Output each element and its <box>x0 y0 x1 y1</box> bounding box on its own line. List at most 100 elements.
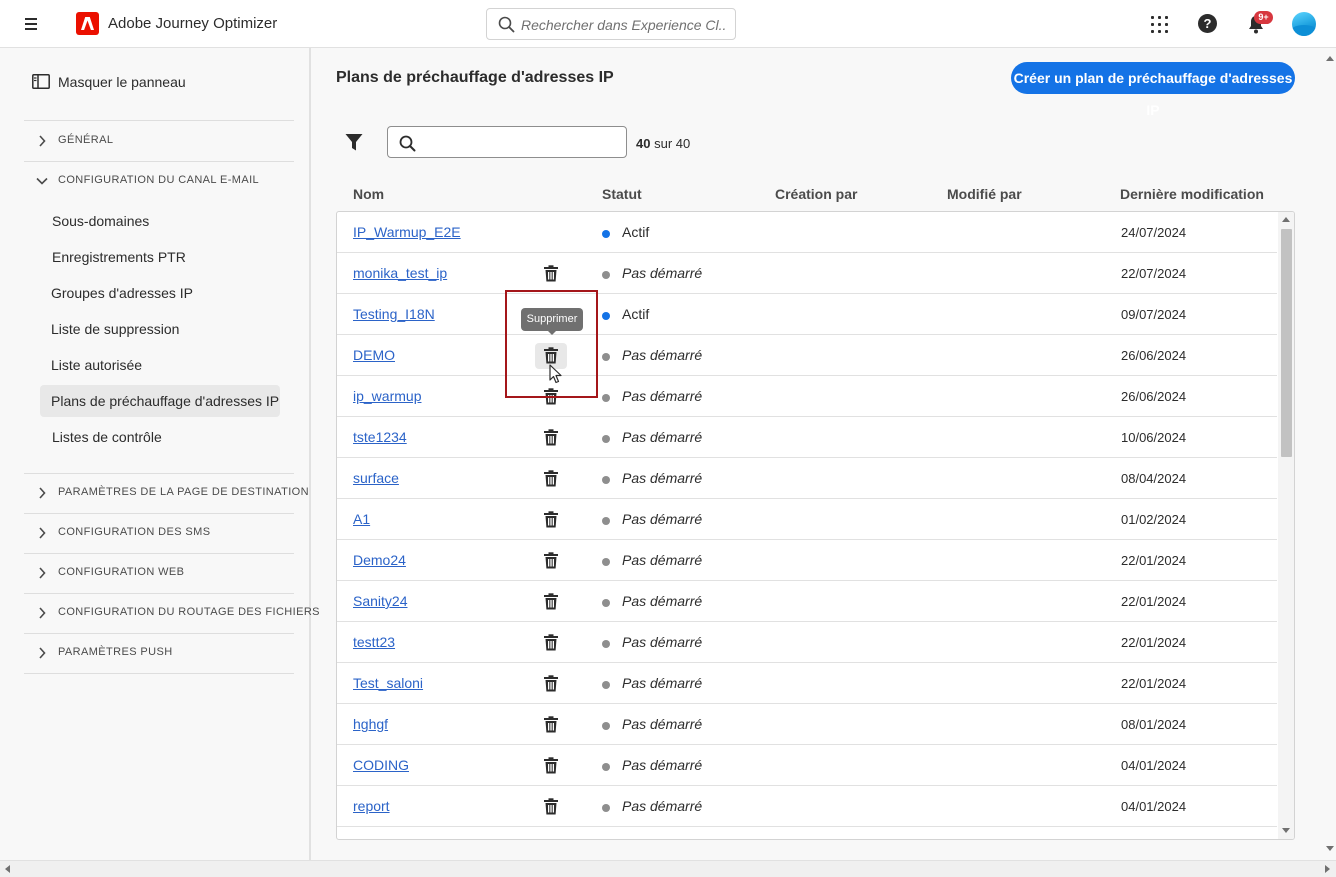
page-scrollbar[interactable] <box>1324 48 1336 860</box>
delete-button[interactable] <box>535 261 567 287</box>
app-title[interactable]: Adobe Journey Optimizer <box>108 15 277 32</box>
plan-name-link[interactable]: report <box>353 798 390 814</box>
sidebar-item-allowed-list[interactable]: Liste autorisée <box>40 349 280 381</box>
page-title: Plans de préchauffage d'adresses IP <box>336 69 614 86</box>
delete-button[interactable] <box>535 548 567 574</box>
column-header-modified-by[interactable]: Modifié par <box>947 186 1022 202</box>
table-scrollbar[interactable] <box>1278 212 1294 839</box>
delete-button[interactable] <box>535 589 567 615</box>
delete-button[interactable] <box>535 466 567 492</box>
table-search-input[interactable] <box>424 133 619 152</box>
section-general[interactable]: GÉNÉRAL <box>24 121 294 161</box>
table-row[interactable]: report Pas démarré 04/01/2024 <box>337 786 1277 827</box>
section-landing-page[interactable]: PARAMÈTRES DE LA PAGE DE DESTINATION <box>24 473 309 513</box>
create-plan-button[interactable]: Créer un plan de préchauffage d'adresses… <box>1011 62 1295 118</box>
sidebar-item-ptr-records[interactable]: Enregistrements PTR <box>40 241 280 273</box>
sidebar-item-subdomains[interactable]: Sous-domaines <box>40 205 280 237</box>
status-dot <box>602 353 610 361</box>
table-row[interactable]: CODING Pas démarré 04/01/2024 <box>337 745 1277 786</box>
avatar[interactable] <box>1292 12 1316 36</box>
table-row[interactable]: Demo24 Pas démarré 22/01/2024 <box>337 540 1277 581</box>
plan-name-link[interactable]: surface <box>353 470 399 486</box>
column-header-last-modified[interactable]: Dernière modification <box>1120 186 1264 202</box>
table-row[interactable]: surface Pas démarré 08/04/2024 <box>337 458 1277 499</box>
table-row[interactable]: hghgf Pas démarré 08/01/2024 <box>337 704 1277 745</box>
section-email-config[interactable]: CONFIGURATION DU CANAL E-MAIL <box>24 161 294 201</box>
search-icon <box>399 135 416 152</box>
table-row[interactable]: DEMO Pas démarré 26/06/2024 <box>337 335 1277 376</box>
sidebar-item-checklists[interactable]: Listes de contrôle <box>40 421 280 453</box>
delete-button[interactable] <box>535 671 567 697</box>
filter-icon[interactable] <box>345 133 363 152</box>
delete-button[interactable] <box>535 712 567 738</box>
delete-button[interactable] <box>535 630 567 656</box>
table-row[interactable]: IP_Warmup_E2E Actif 24/07/2024 <box>337 212 1277 253</box>
status-label: Pas démarré <box>622 757 703 773</box>
status-dot <box>602 804 610 812</box>
table-row[interactable]: A1 Pas démarré 01/02/2024 <box>337 499 1277 540</box>
help-icon[interactable]: ? <box>1198 14 1217 33</box>
count-total: sur 40 <box>654 136 691 151</box>
apps-grid-icon[interactable] <box>1151 16 1168 33</box>
section-file-routing[interactable]: CONFIGURATION DU ROUTAGE DES FICHIERS <box>24 593 320 633</box>
sidebar-item-ip-pools[interactable]: Groupes d'adresses IP <box>40 277 280 309</box>
sidebar-item-label: Liste autorisée <box>51 357 143 373</box>
section-web-config[interactable]: CONFIGURATION WEB <box>24 553 294 593</box>
table-row[interactable]: tste1234 Pas démarré 10/06/2024 <box>337 417 1277 458</box>
status-dot <box>602 312 610 320</box>
plan-name-link[interactable]: Testing_I18N <box>353 306 435 322</box>
plan-name-link[interactable]: tste1234 <box>353 429 407 445</box>
plan-name-link[interactable]: ip_warmup <box>353 388 421 404</box>
plan-name-link[interactable]: DEMO <box>353 347 395 363</box>
status-label: Actif <box>622 224 650 240</box>
horizontal-scrollbar[interactable] <box>0 860 1336 877</box>
status-label: Pas démarré <box>622 675 703 691</box>
last-modified-date: 24/07/2024 <box>1121 225 1187 240</box>
sidebar-item-suppression-list[interactable]: Liste de suppression <box>40 313 280 345</box>
delete-button[interactable] <box>535 507 567 533</box>
last-modified-date: 08/01/2024 <box>1121 717 1187 732</box>
scroll-down-icon[interactable] <box>1282 828 1290 833</box>
delete-button[interactable] <box>535 794 567 820</box>
column-header-status[interactable]: Statut <box>602 186 642 202</box>
sidebar: Masquer le panneau GÉNÉRAL CONFIGURATION… <box>0 48 320 860</box>
delete-button[interactable] <box>535 753 567 779</box>
delete-button[interactable] <box>535 425 567 451</box>
table-search[interactable] <box>387 126 627 158</box>
adobe-logo-icon <box>76 12 99 35</box>
section-sms-config[interactable]: CONFIGURATION DES SMS <box>24 513 294 553</box>
status-dot <box>602 640 610 648</box>
status-label: Pas démarré <box>622 716 703 732</box>
plan-name-link[interactable]: Demo24 <box>353 552 406 568</box>
plan-name-link[interactable]: monika_test_ip <box>353 265 447 281</box>
scroll-thumb[interactable] <box>1281 229 1292 457</box>
column-header-name[interactable]: Nom <box>353 186 384 202</box>
last-modified-date: 22/07/2024 <box>1121 266 1187 281</box>
status-dot <box>602 476 610 484</box>
table-row[interactable]: monika_test_ip Pas démarré 22/07/2024 <box>337 253 1277 294</box>
plan-name-link[interactable]: hghgf <box>353 716 388 732</box>
table-row[interactable]: testt23 Pas démarré 22/01/2024 <box>337 622 1277 663</box>
last-modified-date: 22/01/2024 <box>1121 594 1187 609</box>
section-label: CONFIGURATION DES SMS <box>58 526 211 538</box>
section-label: PARAMÈTRES PUSH <box>58 646 173 658</box>
scroll-up-icon[interactable] <box>1282 217 1290 222</box>
last-modified-date: 08/04/2024 <box>1121 471 1187 486</box>
table-row[interactable]: Sanity24 Pas démarré 22/01/2024 <box>337 581 1277 622</box>
plan-name-link[interactable]: A1 <box>353 511 370 527</box>
plan-name-link[interactable]: testt23 <box>353 634 395 650</box>
plan-name-link[interactable]: IP_Warmup_E2E <box>353 224 461 240</box>
table-row[interactable]: Test_saloni Pas démarré 22/01/2024 <box>337 663 1277 704</box>
table-row[interactable]: ip_warmup Pas démarré 26/06/2024 <box>337 376 1277 417</box>
section-push-settings[interactable]: PARAMÈTRES PUSH <box>24 633 294 673</box>
global-search-input[interactable] <box>521 15 726 34</box>
plan-name-link[interactable]: CODING <box>353 757 409 773</box>
global-search[interactable] <box>486 8 736 40</box>
column-header-created-by[interactable]: Création par <box>775 186 857 202</box>
plan-name-link[interactable]: Test_saloni <box>353 675 423 691</box>
menu-icon[interactable] <box>22 14 42 34</box>
sidebar-item-ip-warmup-plans[interactable]: Plans de préchauffage d'adresses IP <box>40 385 280 417</box>
result-count: 40 sur 40 <box>636 136 690 151</box>
plan-name-link[interactable]: Sanity24 <box>353 593 407 609</box>
table-row[interactable]: Testing_I18N Actif 09/07/2024 <box>337 294 1277 335</box>
